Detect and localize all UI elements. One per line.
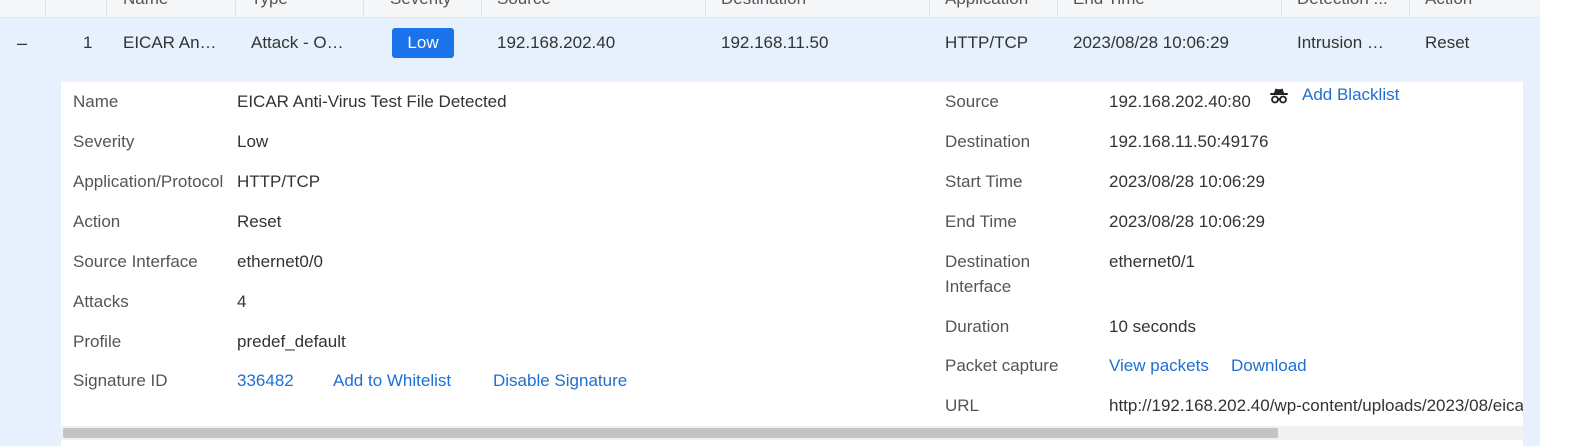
severity-label: Severity [73, 132, 135, 151]
column-header-severity[interactable]: Severity [390, 0, 451, 17]
column-separator [1281, 0, 1282, 17]
duration-value: 10 seconds [1109, 317, 1196, 336]
destination-value: 192.168.11.50:49176 [1109, 132, 1269, 151]
profile-label: Profile [73, 332, 122, 351]
start-time-label: Start Time [945, 172, 1023, 191]
detail-panel: Name EICAR Anti-Virus Test File Detected… [61, 82, 1523, 446]
url-label: URL [945, 396, 980, 415]
packet-capture-label: Packet capture [945, 356, 1059, 375]
row-application: HTTP/TCP [945, 33, 1029, 52]
column-header-type[interactable]: Type [251, 0, 288, 17]
destination-interface-value: ethernet0/1 [1109, 252, 1196, 271]
destination-interface-label-line1: Destination [945, 252, 1031, 271]
name-value: EICAR Anti-Virus Test File Detected [237, 92, 507, 111]
horizontal-scrollbar-thumb[interactable] [63, 428, 1278, 438]
destination-label: Destination [945, 132, 1031, 151]
view-packets-link[interactable]: View packets [1109, 353, 1209, 378]
signature-id-link[interactable]: 336482 [237, 368, 294, 393]
column-separator [106, 0, 107, 17]
profile-value: predef_default [237, 332, 346, 351]
action-label: Action [73, 212, 121, 231]
column-header-name[interactable]: Name [123, 0, 168, 17]
severity-value: Low [237, 132, 269, 151]
row-end-time: 2023/08/28 10:06:29 [1073, 33, 1229, 52]
destination-interface-label-line2: Interface [945, 277, 1012, 296]
add-blacklist-link[interactable]: Add Blacklist [1302, 82, 1399, 107]
column-separator [45, 0, 46, 17]
source-label: Source [945, 92, 999, 111]
source-interface-value: ethernet0/0 [237, 252, 324, 271]
action-value: Reset [237, 212, 282, 231]
column-separator [481, 0, 482, 17]
row-name: EICAR An… [123, 33, 217, 52]
attacks-label: Attacks [73, 292, 129, 311]
url-value: http://192.168.202.40/wp-content/uploads… [1109, 396, 1523, 415]
source-value: 192.168.202.40:80 [1109, 92, 1251, 111]
row-index: 1 [83, 33, 93, 52]
end-time-value: 2023/08/28 10:06:29 [1109, 212, 1265, 231]
signature-id-label: Signature ID [73, 371, 168, 390]
row-destination: 192.168.11.50 [721, 33, 829, 52]
spy-icon[interactable] [1268, 86, 1290, 106]
disable-signature-link[interactable]: Disable Signature [493, 368, 627, 393]
download-link[interactable]: Download [1231, 353, 1307, 378]
table-header: Name Type Severity Source Destination Ap… [0, 0, 1540, 18]
application-protocol-label: Application/Protocol [73, 172, 224, 191]
column-header-application[interactable]: Application [945, 0, 1028, 17]
row-detection: Intrusion … [1297, 33, 1384, 52]
column-header-source[interactable]: Source [497, 0, 551, 17]
row-type: Attack - O… [251, 33, 344, 52]
severity-badge: Low [392, 28, 454, 58]
duration-label: Duration [945, 317, 1010, 336]
end-time-label: End Time [945, 212, 1017, 231]
column-header-end-time[interactable]: End Time [1073, 0, 1145, 17]
column-header-action[interactable]: Action [1425, 0, 1472, 17]
name-label: Name [73, 92, 119, 111]
column-separator [235, 0, 236, 17]
column-separator [929, 0, 930, 17]
column-header-destination[interactable]: Destination [721, 0, 806, 17]
column-separator [705, 0, 706, 17]
table-row[interactable]: – 1 EICAR An… Attack - O… Low 192.168.20… [0, 18, 1540, 81]
application-protocol-value: HTTP/TCP [237, 172, 321, 191]
column-separator [1057, 0, 1058, 17]
source-interface-label: Source Interface [73, 252, 198, 271]
row-source: 192.168.202.40 [497, 33, 616, 52]
column-separator [1409, 0, 1410, 17]
column-header-detection[interactable]: Detection ... [1297, 0, 1388, 17]
add-to-whitelist-link[interactable]: Add to Whitelist [333, 368, 451, 393]
minus-icon[interactable]: – [12, 18, 32, 68]
column-separator [363, 0, 364, 17]
attacks-value: 4 [237, 292, 247, 311]
start-time-value: 2023/08/28 10:06:29 [1109, 172, 1265, 191]
row-action: Reset [1425, 33, 1470, 52]
